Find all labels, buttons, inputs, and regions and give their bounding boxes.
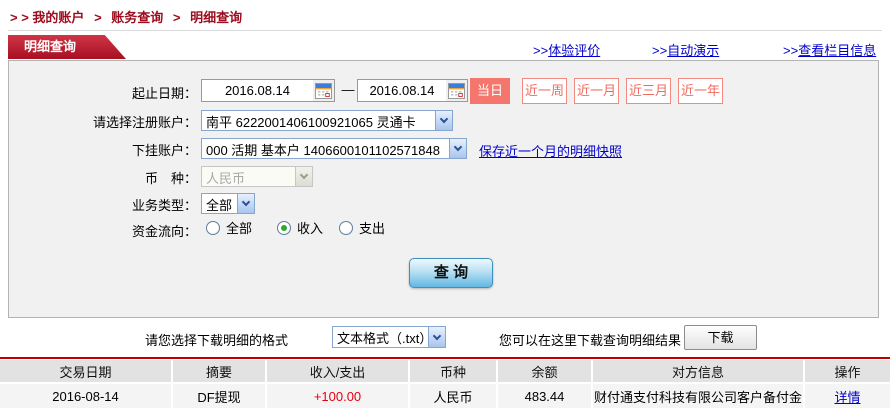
date-range-label: 起止日期： <box>9 83 197 102</box>
save-snapshot-link[interactable]: 保存近一个月的明细快照 <box>479 141 622 160</box>
link-prefix: >> <box>533 43 548 58</box>
radio-icon <box>206 221 220 235</box>
header-counterparty: 对方信息 <box>593 360 803 382</box>
business-type-select[interactable]: 全部 <box>201 193 255 214</box>
range-month-button[interactable]: 近一月 <box>574 78 619 104</box>
flow-all-radio[interactable]: 全部 <box>206 218 252 237</box>
experience-rating-link[interactable]: >>体验评价 <box>533 40 600 59</box>
business-type-label: 业务类型： <box>9 195 197 214</box>
date-from-field[interactable] <box>201 79 335 102</box>
breadcrumb-item-my-account[interactable]: 我的账户 <box>32 10 84 25</box>
header-trade-date: 交易日期 <box>0 360 171 382</box>
radio-icon <box>339 221 353 235</box>
header-balance: 余额 <box>498 360 591 382</box>
chevron-down-icon <box>435 111 452 130</box>
breadcrumb-separator: > <box>94 10 102 25</box>
chevron-down-icon <box>428 327 445 347</box>
divider <box>8 30 882 31</box>
chevron-down-icon <box>295 167 312 186</box>
header-currency: 币种 <box>410 360 496 382</box>
detail-link[interactable]: 详情 <box>834 387 860 406</box>
breadcrumb-leading: > > <box>10 10 29 25</box>
link-prefix: >> <box>783 43 798 58</box>
date-from-input[interactable] <box>202 83 313 98</box>
date-to-input[interactable] <box>358 83 446 98</box>
cell-action: 详情 <box>805 384 890 408</box>
date-range-dash: — <box>340 82 356 97</box>
download-format-label: 请您选择下载明细的格式 <box>145 330 288 349</box>
currency-select: 人民币 <box>201 166 313 187</box>
link-prefix: >> <box>652 43 667 58</box>
detail-query-page: > > 我的账户 > 账务查询 > 明细查询 明细查询 >>体验评价 >>自动演… <box>0 0 890 413</box>
cell-counterparty: 财付通支付科技有限公司客户备付金 <box>593 384 803 408</box>
query-button[interactable]: 查 询 <box>409 258 493 288</box>
breadcrumb-item-account-query[interactable]: 账务查询 <box>111 10 163 25</box>
query-form-panel: 起止日期： — <box>8 60 879 318</box>
header-summary: 摘要 <box>173 360 265 382</box>
cell-trade-date: 2016-08-14 <box>0 384 171 408</box>
sub-account-label: 下挂账户： <box>9 140 197 159</box>
download-format-value: 文本格式（.txt） <box>333 327 428 347</box>
table-top-rule <box>0 357 890 359</box>
business-type-value: 全部 <box>202 194 237 213</box>
register-account-value: 南平 6222001406100921065 灵通卡 <box>202 111 435 130</box>
chevron-down-icon <box>449 139 466 158</box>
date-to-field[interactable] <box>357 79 468 102</box>
tab-detail-query[interactable]: 明细查询 <box>8 35 126 59</box>
column-info-link[interactable]: >>查看栏目信息 <box>783 40 876 59</box>
download-hint-text: 您可以在这里下载查询明细结果 <box>499 330 681 349</box>
link-label: 体验评价 <box>548 43 600 58</box>
breadcrumb: > > 我的账户 > 账务查询 > 明细查询 <box>10 7 242 26</box>
currency-label: 币 种： <box>9 168 197 187</box>
flow-expense-label: 支出 <box>359 218 385 237</box>
cell-summary: DF提现 <box>173 384 265 408</box>
breadcrumb-separator: > <box>173 10 181 25</box>
flow-income-radio[interactable]: 收入 <box>277 218 323 237</box>
cell-currency: 人民币 <box>410 384 496 408</box>
calendar-icon[interactable] <box>313 80 334 101</box>
radio-checked-icon <box>277 221 291 235</box>
table-header-row: 交易日期 摘要 收入/支出 币种 余额 对方信息 操作 <box>0 360 890 382</box>
flow-expense-radio[interactable]: 支出 <box>339 218 385 237</box>
sub-account-value: 000 活期 基本户 1406600101102571848 <box>202 139 449 158</box>
range-quarter-button[interactable]: 近三月 <box>626 78 671 104</box>
currency-value: 人民币 <box>202 167 295 186</box>
flow-income-label: 收入 <box>297 218 323 237</box>
register-account-select[interactable]: 南平 6222001406100921065 灵通卡 <box>201 110 453 131</box>
header-amount: 收入/支出 <box>267 360 408 382</box>
range-week-button[interactable]: 近一周 <box>522 78 567 104</box>
range-year-button[interactable]: 近一年 <box>678 78 723 104</box>
link-label: 查看栏目信息 <box>798 43 876 58</box>
breadcrumb-item-detail-query: 明细查询 <box>190 10 242 25</box>
download-format-select[interactable]: 文本格式（.txt） <box>332 326 446 348</box>
fund-flow-label: 资金流向： <box>9 221 197 240</box>
range-today-button[interactable]: 当日 <box>470 78 510 104</box>
sub-account-select[interactable]: 000 活期 基本户 1406600101102571848 <box>201 138 467 159</box>
header-action: 操作 <box>805 360 890 382</box>
result-table: 交易日期 摘要 收入/支出 币种 余额 对方信息 操作 2016-08-14 D… <box>0 360 890 410</box>
table-row: 2016-08-14 DF提现 +100.00 人民币 483.44 财付通支付… <box>0 384 890 408</box>
register-account-label: 请选择注册账户： <box>9 112 197 131</box>
cell-balance: 483.44 <box>498 384 591 408</box>
chevron-down-icon <box>237 194 254 213</box>
download-button[interactable]: 下载 <box>684 325 757 350</box>
auto-demo-link[interactable]: >>自动演示 <box>652 40 719 59</box>
cell-amount: +100.00 <box>267 384 408 408</box>
calendar-icon[interactable] <box>446 80 467 101</box>
link-label: 自动演示 <box>667 43 719 58</box>
flow-all-label: 全部 <box>226 218 252 237</box>
